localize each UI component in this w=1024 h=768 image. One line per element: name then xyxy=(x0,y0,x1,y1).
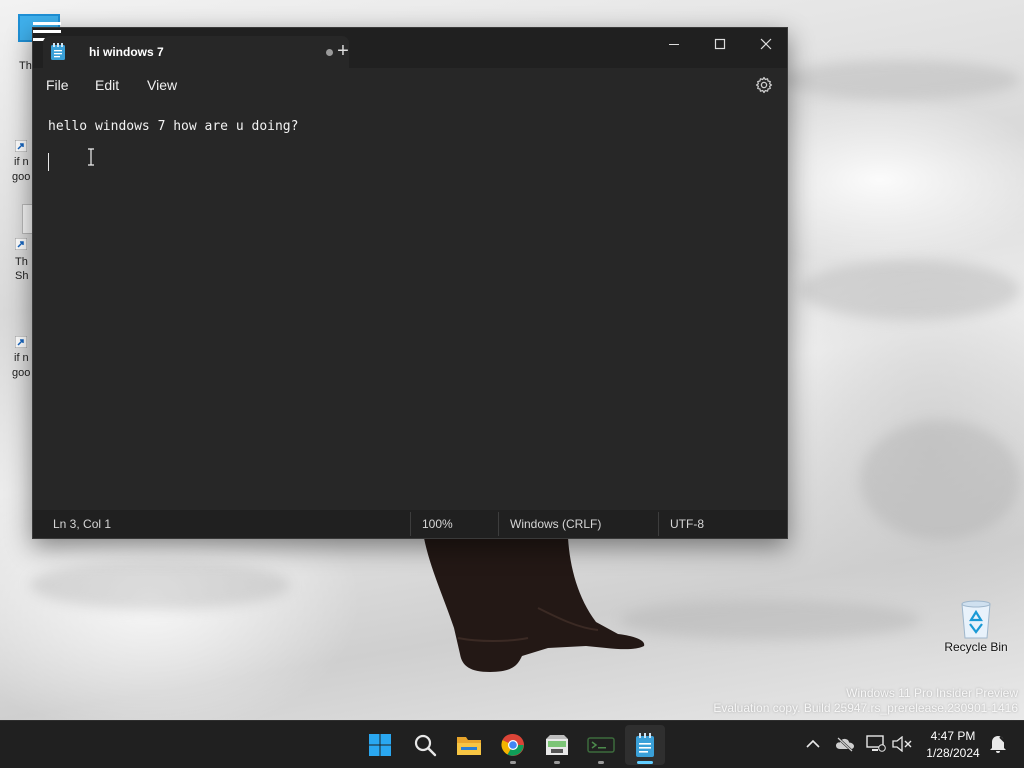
shortcut-arrow-icon xyxy=(15,336,27,348)
close-icon xyxy=(760,38,772,50)
text-editor[interactable]: hello windows 7 how are u doing? xyxy=(33,104,787,512)
start-icon xyxy=(369,734,391,756)
status-cursor-position: Ln 3, Col 1 xyxy=(53,517,112,531)
desktop-icon-3-label-b: Sh xyxy=(15,270,29,282)
running-indicator xyxy=(510,761,516,764)
desktop-icon-2-label-b: goo xyxy=(12,171,31,183)
running-indicator xyxy=(598,761,604,764)
terminal-button[interactable] xyxy=(581,725,621,765)
tab-document[interactable]: hi windows 7 xyxy=(43,36,349,68)
wallpaper-figure xyxy=(424,538,645,672)
settings-gear-icon[interactable] xyxy=(755,76,773,94)
recycle-bin-desktop-icon[interactable]: Recycle Bin xyxy=(938,598,1014,654)
volume-muted-icon xyxy=(892,736,912,752)
status-divider xyxy=(658,512,659,536)
show-hidden-icons-button[interactable] xyxy=(803,733,823,755)
close-button[interactable] xyxy=(743,28,789,60)
file-explorer-button[interactable] xyxy=(449,725,489,765)
terminal-icon xyxy=(587,737,615,753)
clock-time: 4:47 PM xyxy=(930,729,976,743)
search-button[interactable] xyxy=(405,725,445,765)
ibeam-cursor-icon xyxy=(88,148,94,166)
minimize-button[interactable] xyxy=(651,28,697,60)
status-bar: Ln 3, Col 1 100% Windows (CRLF) UTF-8 xyxy=(33,510,787,538)
running-indicator xyxy=(637,761,653,764)
taskbar-clock[interactable]: 4:47 PM 1/28/2024 xyxy=(918,728,988,762)
notepad-window: hi windows 7 + File Edit View hello wind… xyxy=(32,22,789,539)
chrome-button[interactable] xyxy=(493,725,533,765)
maximize-icon xyxy=(714,38,726,50)
network-tray-button[interactable] xyxy=(866,733,886,755)
title-bar[interactable]: hi windows 7 + xyxy=(33,22,789,68)
cloud-offline-icon xyxy=(836,737,854,752)
status-zoom: 100% xyxy=(422,517,453,531)
status-encoding: UTF-8 xyxy=(670,517,704,531)
chrome-icon xyxy=(501,733,524,756)
recycle-bin-icon xyxy=(961,600,991,639)
editor-line-1: hello windows 7 how are u doing? xyxy=(48,119,299,134)
menu-view[interactable]: View xyxy=(147,77,177,93)
maximize-button[interactable] xyxy=(697,28,743,60)
file-explorer-icon xyxy=(457,737,481,755)
desktop-icon-4-label-b: goo xyxy=(12,367,31,379)
notepad-taskbar-button[interactable] xyxy=(625,725,665,765)
desktop-icon-1-label: Th xyxy=(19,60,32,72)
status-divider xyxy=(498,512,499,536)
network-icon xyxy=(866,735,886,752)
new-tab-button[interactable]: + xyxy=(329,38,357,66)
notification-bell-icon xyxy=(990,736,1006,753)
clock-date: 1/28/2024 xyxy=(926,746,980,760)
shortcut-arrow-icon xyxy=(15,238,27,250)
notifications-button[interactable] xyxy=(988,733,1008,755)
desktop-icon-2-label-a: if n xyxy=(14,156,29,168)
notepad-icon xyxy=(51,43,65,60)
taskbar: 4:47 PM 1/28/2024 xyxy=(0,720,1024,768)
app-button[interactable] xyxy=(537,725,577,765)
app-icon xyxy=(546,735,568,755)
watermark-line-2: Evaluation copy. Build 25947.rs_prerelea… xyxy=(713,701,1018,715)
chevron-up-icon xyxy=(806,739,820,748)
menu-edit[interactable]: Edit xyxy=(95,77,119,93)
text-caret xyxy=(48,153,49,171)
plus-icon: + xyxy=(337,40,349,62)
menu-bar: File Edit View xyxy=(33,68,787,104)
status-line-ending: Windows (CRLF) xyxy=(510,517,602,531)
shortcut-arrow-icon xyxy=(15,140,27,152)
tab-title: hi windows 7 xyxy=(89,45,164,59)
notepad-icon xyxy=(636,733,654,757)
watermark-line-1: Windows 11 Pro Insider Preview xyxy=(846,686,1018,700)
recycle-bin-label: Recycle Bin xyxy=(944,640,1008,654)
start-button[interactable] xyxy=(360,725,400,765)
running-indicator xyxy=(554,761,560,764)
minimize-icon xyxy=(669,44,679,45)
status-divider xyxy=(410,512,411,536)
search-icon xyxy=(414,734,437,757)
onedrive-tray-button[interactable] xyxy=(835,733,855,755)
desktop-icon-4-label-a: if n xyxy=(14,352,29,364)
desktop-icon-3-label-a: Th xyxy=(15,256,28,268)
menu-file[interactable]: File xyxy=(46,77,69,93)
volume-tray-button[interactable] xyxy=(892,733,912,755)
